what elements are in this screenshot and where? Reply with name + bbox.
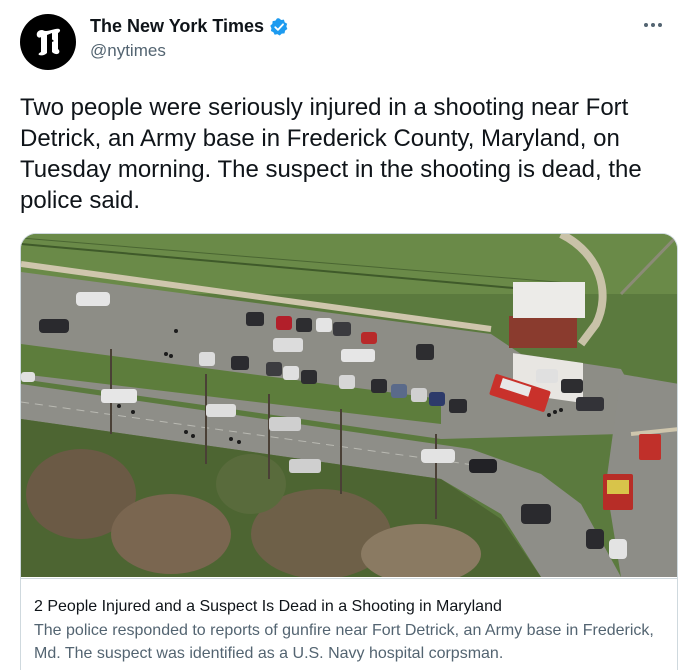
card-description: The police responded to reports of gunfi… bbox=[34, 622, 654, 662]
tweet-text: Two people were seriously injured in a s… bbox=[20, 94, 642, 214]
link-card[interactable]: 2 People Injured and a Suspect Is Dead i… bbox=[20, 233, 678, 670]
card-body[interactable]: 2 People Injured and a Suspect Is Dead i… bbox=[21, 578, 677, 670]
tweet[interactable]: The New York Times @nytimes Two people w… bbox=[0, 0, 680, 670]
handle[interactable]: @nytimes bbox=[90, 41, 289, 61]
avatar[interactable] bbox=[20, 14, 76, 70]
nyt-t-logo-icon bbox=[36, 28, 61, 56]
author-info[interactable]: The New York Times @nytimes bbox=[90, 16, 289, 61]
card-title[interactable]: 2 People Injured and a Suspect Is Dead i… bbox=[34, 597, 667, 617]
more-options-icon[interactable] bbox=[638, 10, 668, 40]
display-name[interactable]: The New York Times bbox=[90, 16, 264, 37]
verified-badge-icon bbox=[270, 17, 288, 35]
aerial-photo[interactable] bbox=[21, 234, 678, 577]
name-row: The New York Times bbox=[90, 16, 289, 37]
